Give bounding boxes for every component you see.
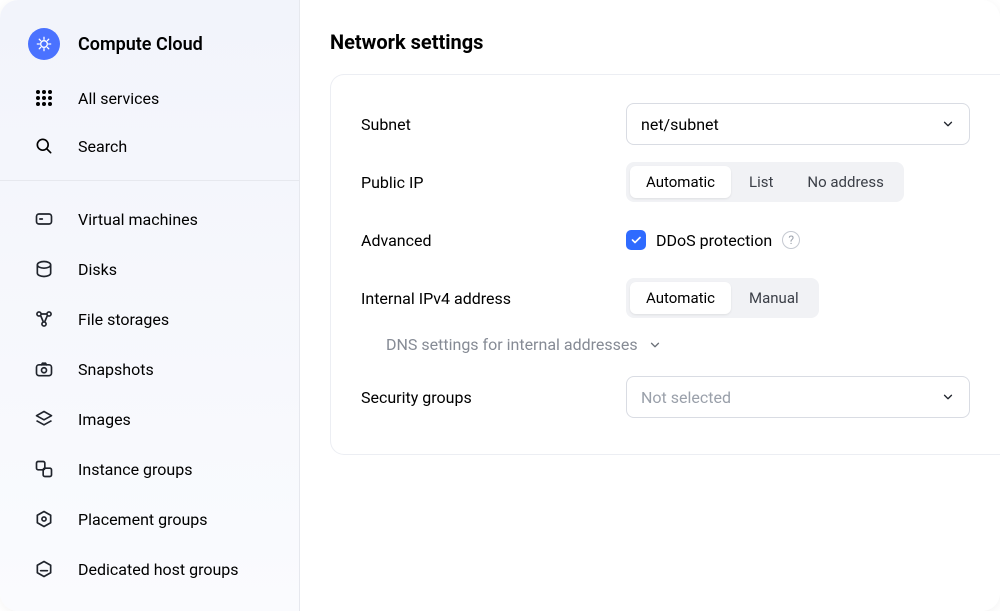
camera-icon	[28, 359, 60, 379]
main-content: Network settings Subnet net/subnet Publi…	[300, 0, 1000, 611]
chevron-down-icon	[648, 338, 662, 352]
subnet-select[interactable]: net/subnet	[626, 103, 970, 145]
ddos-label: DDoS protection	[656, 231, 772, 250]
placement-icon	[28, 509, 60, 529]
internal-ipv4-manual[interactable]: Manual	[733, 282, 815, 314]
sidebar-item-dedicated-host-groups[interactable]: Dedicated host groups	[18, 545, 281, 593]
host-icon	[28, 559, 60, 579]
group-icon	[28, 459, 60, 479]
sidebar-item-label: Images	[78, 410, 131, 429]
internal-ipv4-label: Internal IPv4 address	[361, 289, 626, 308]
sidebar-item-instance-groups[interactable]: Instance groups	[18, 445, 281, 493]
internal-ipv4-automatic[interactable]: Automatic	[630, 282, 731, 314]
public-ip-no-address[interactable]: No address	[791, 166, 899, 198]
public-ip-label: Public IP	[361, 173, 626, 192]
search-icon	[28, 136, 60, 156]
sidebar-item-label: Snapshots	[78, 360, 154, 379]
sidebar-item-label: Dedicated host groups	[78, 560, 239, 579]
ddos-checkbox[interactable]	[626, 230, 646, 250]
sidebar-item-label: Instance groups	[78, 460, 192, 479]
internal-ipv4-segmented: Automatic Manual	[626, 278, 819, 318]
public-ip-automatic[interactable]: Automatic	[630, 166, 731, 198]
subnet-label: Subnet	[361, 115, 626, 134]
help-icon[interactable]: ?	[782, 231, 800, 249]
page-title: Network settings	[300, 30, 1000, 74]
disk-icon	[28, 259, 60, 279]
sidebar-item-label: Placement groups	[78, 510, 208, 529]
security-groups-select[interactable]: Not selected	[626, 376, 970, 418]
dns-settings-label: DNS settings for internal addresses	[386, 335, 638, 354]
public-ip-segmented: Automatic List No address	[626, 162, 904, 202]
settings-card: Subnet net/subnet Public IP Automatic Li	[330, 74, 1000, 455]
search-label: Search	[78, 137, 127, 156]
row-security-groups: Security groups Not selected	[361, 368, 970, 426]
brand-row[interactable]: Compute Cloud	[18, 20, 281, 68]
layers-icon	[28, 409, 60, 429]
chevron-down-icon	[941, 117, 955, 131]
sidebar-item-placement-groups[interactable]: Placement groups	[18, 495, 281, 543]
row-advanced: Advanced DDoS protection ?	[361, 211, 970, 269]
security-groups-label: Security groups	[361, 388, 626, 407]
all-services-label: All services	[78, 89, 159, 108]
sidebar-item-label: Disks	[78, 260, 117, 279]
all-services-link[interactable]: All services	[18, 74, 281, 122]
sidebar-item-label: Virtual machines	[78, 210, 198, 229]
sidebar-item-snapshots[interactable]: Snapshots	[18, 345, 281, 393]
advanced-label: Advanced	[361, 231, 626, 250]
sidebar: Compute Cloud All services Search Vi	[0, 0, 300, 611]
row-internal-ipv4: Internal IPv4 address Automatic Manual	[361, 269, 970, 327]
grid-icon	[28, 89, 60, 107]
security-groups-placeholder: Not selected	[641, 388, 731, 407]
sidebar-item-file-storages[interactable]: File storages	[18, 295, 281, 343]
row-public-ip: Public IP Automatic List No address	[361, 153, 970, 211]
sidebar-item-label: File storages	[78, 310, 169, 329]
brand-title: Compute Cloud	[78, 34, 203, 55]
sidebar-item-virtual-machines[interactable]: Virtual machines	[18, 195, 281, 243]
sidebar-item-disks[interactable]: Disks	[18, 245, 281, 293]
sidebar-item-images[interactable]: Images	[18, 395, 281, 443]
dns-settings-toggle[interactable]: DNS settings for internal addresses	[361, 327, 970, 368]
public-ip-list[interactable]: List	[733, 166, 789, 198]
search-link[interactable]: Search	[18, 122, 281, 170]
compute-cloud-icon	[28, 28, 60, 60]
chevron-down-icon	[941, 390, 955, 404]
row-subnet: Subnet net/subnet	[361, 95, 970, 153]
sidebar-nav: Virtual machines Disks File storages Sna…	[0, 181, 299, 607]
share-icon	[28, 309, 60, 329]
subnet-value: net/subnet	[641, 115, 719, 134]
server-icon	[28, 209, 60, 229]
